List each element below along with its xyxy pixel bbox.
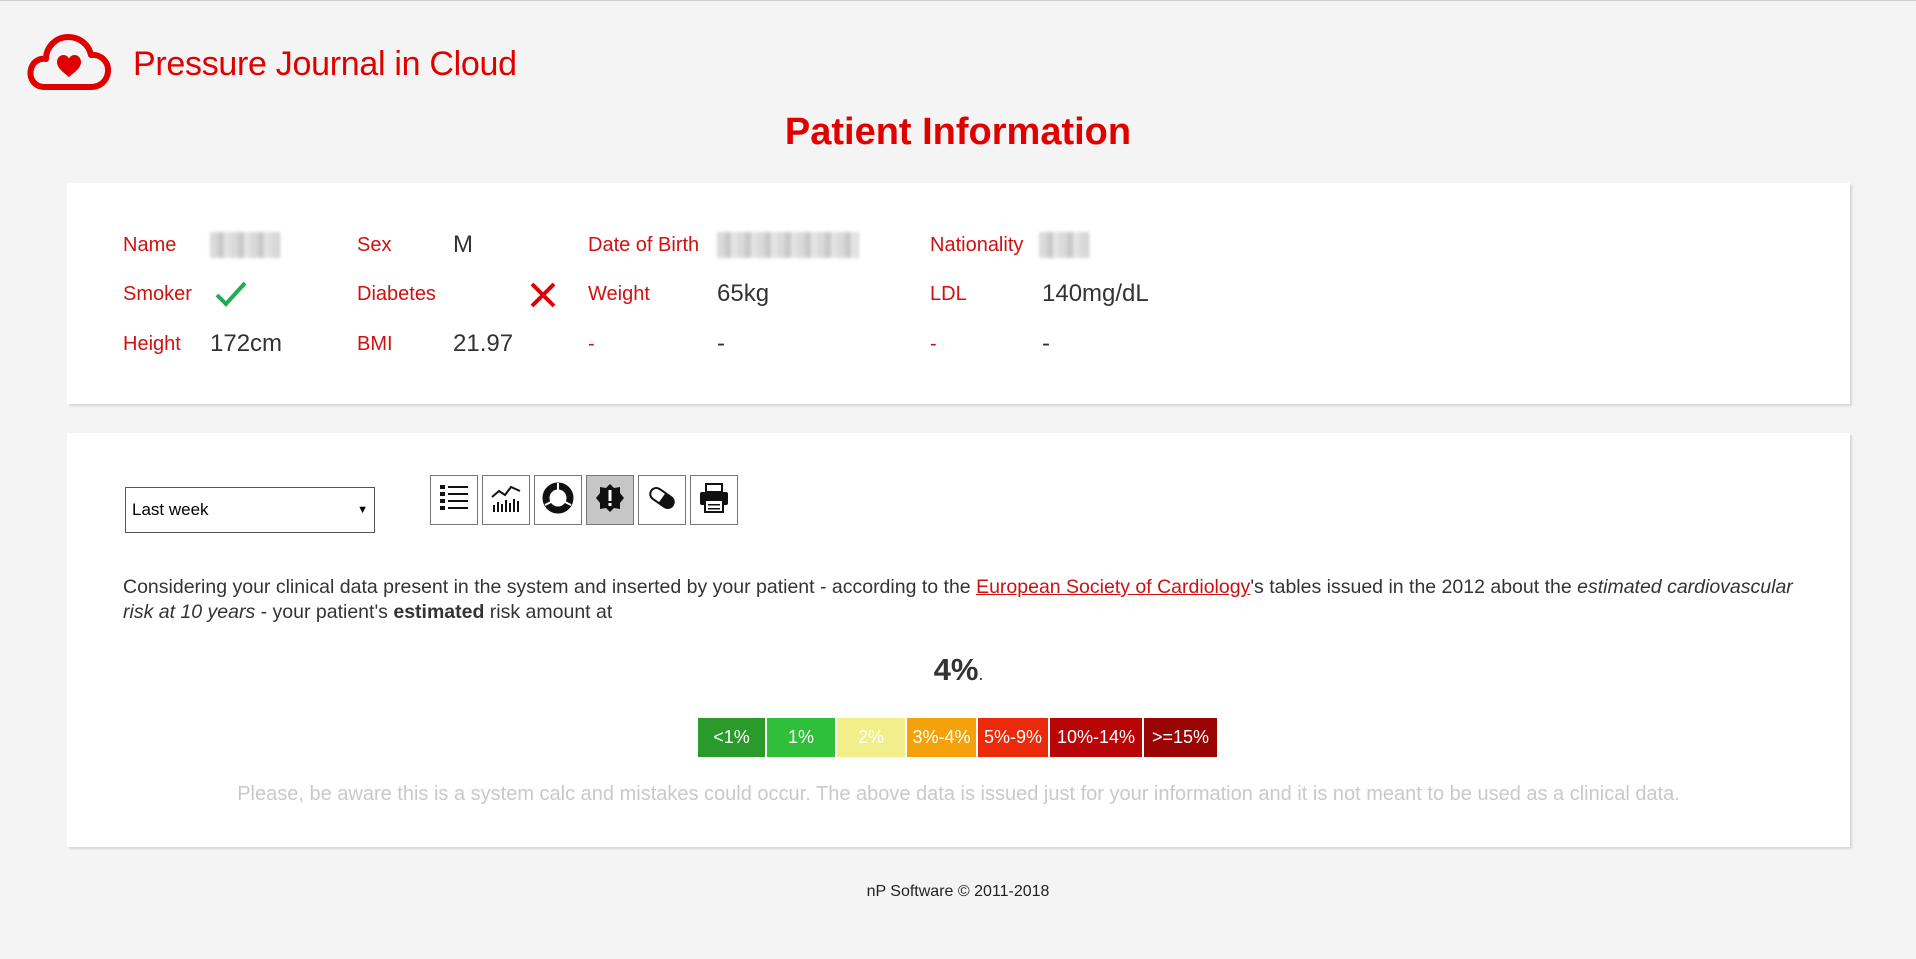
risk-value-suffix: .	[978, 664, 984, 684]
legend-item-lt1: <1%	[698, 718, 765, 757]
dob-label: Date of Birth	[588, 234, 700, 256]
name-value-redacted	[210, 232, 280, 258]
diabetes-label: Diabetes	[357, 283, 436, 305]
patient-info-card: Name Sex M Date of Birth Nationality Smo…	[67, 183, 1850, 404]
donut-view-button[interactable]	[534, 475, 582, 525]
donut-icon	[541, 481, 575, 520]
legend-item-gte15: >=15%	[1144, 718, 1217, 757]
height-label: Height	[123, 333, 181, 355]
legend-item-10-14: 10%-14%	[1050, 718, 1142, 757]
risk-text-3: - your patient's	[255, 601, 394, 623]
legend-item-1: 1%	[767, 718, 835, 757]
medication-button[interactable]	[638, 475, 686, 525]
weight-value: 65kg	[717, 280, 770, 307]
cloud-heart-icon	[27, 31, 112, 98]
period-select-value: Last week	[132, 500, 209, 519]
risk-view-button[interactable]	[586, 475, 634, 525]
app-title: Pressure Journal in Cloud	[133, 45, 517, 83]
sex-value: M	[453, 231, 473, 258]
info-row-1: Name Sex M Date of Birth Nationality	[123, 228, 1323, 262]
nationality-value-redacted	[1039, 232, 1089, 258]
disclaimer-text: Please, be aware this is a system calc a…	[237, 783, 1680, 805]
esc-link[interactable]: European Society of Cardiology	[976, 576, 1250, 598]
sex-label: Sex	[357, 234, 392, 256]
risk-text-bold: estimated	[393, 601, 485, 623]
print-button[interactable]	[690, 475, 738, 525]
alert-badge-icon	[593, 481, 627, 520]
period-select[interactable]: Last week ▼	[125, 487, 375, 533]
legend-item-3-4: 3%-4%	[907, 718, 976, 757]
smoker-label: Smoker	[123, 283, 192, 305]
risk-text-2: 's tables issued in the 2012 about the	[1250, 576, 1578, 598]
legend-item-5-9: 5%-9%	[978, 718, 1048, 757]
nationality-label: Nationality	[930, 234, 1024, 256]
risk-value: 4%.	[67, 652, 1850, 688]
risk-card: Last week ▼ Considering your clinical da…	[67, 433, 1850, 847]
name-label: Name	[123, 234, 177, 256]
chevron-down-icon: ▼	[357, 504, 368, 516]
legend-item-2: 2%	[837, 718, 905, 757]
height-value: 172cm	[210, 330, 283, 357]
bmi-value: 21.97	[453, 330, 514, 357]
brand[interactable]: Pressure Journal in Cloud	[27, 31, 517, 98]
checkmark-icon	[214, 279, 248, 314]
extra2-label: -	[930, 333, 937, 355]
weight-label: Weight	[588, 283, 650, 305]
risk-text-4: risk amount at	[484, 601, 613, 623]
extra2-value: -	[1042, 330, 1050, 357]
list-view-button[interactable]	[430, 475, 478, 525]
list-icon	[437, 481, 471, 520]
risk-text-1: Considering your clinical data present i…	[123, 576, 977, 598]
risk-legend: <1% 1% 2% 3%-4% 5%-9% 10%-14% >=15%	[698, 718, 1217, 757]
risk-value-number: 4%	[933, 652, 979, 687]
bmi-label: BMI	[357, 333, 393, 355]
footer-copyright: nP Software © 2011-2018	[866, 883, 1050, 900]
pill-icon	[645, 481, 679, 520]
chart-icon	[489, 481, 523, 520]
printer-icon	[697, 481, 731, 520]
dob-value-redacted	[717, 232, 859, 258]
ldl-label: LDL	[930, 283, 967, 305]
chart-view-button[interactable]	[482, 475, 530, 525]
extra1-value: -	[717, 330, 725, 357]
view-toolbar	[430, 475, 738, 525]
ldl-value: 140mg/dL	[1042, 280, 1149, 307]
info-row-2: Smoker Diabetes Weight 65kg LDL 140mg/dL	[123, 277, 1323, 311]
extra1-label: -	[588, 333, 595, 355]
risk-description: Considering your clinical data present i…	[123, 575, 1803, 625]
info-row-3: Height 172cm BMI 21.97 - - - -	[123, 327, 1323, 361]
cross-icon	[529, 281, 557, 314]
page-title: Patient Information	[784, 111, 1132, 153]
